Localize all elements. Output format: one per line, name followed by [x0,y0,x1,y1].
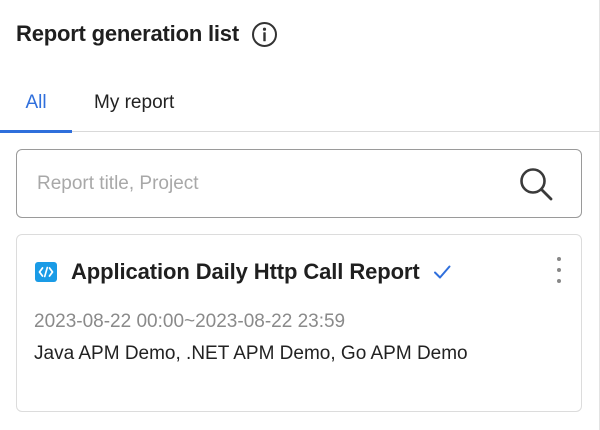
tab-all[interactable]: All [0,74,72,133]
search-box [16,149,582,218]
report-projects: Java APM Demo, .NET APM Demo, Go APM Dem… [34,343,468,364]
tab-my-report[interactable]: My report [94,74,194,131]
report-card[interactable]: Application Daily Http Call Report 2023-… [16,234,582,412]
report-title: Application Daily Http Call Report [71,259,420,284]
check-icon [432,262,452,282]
tab-all-label: All [25,91,47,113]
more-options-icon[interactable] [551,255,567,285]
active-tab-indicator [0,130,72,133]
report-tabs: All My report [0,74,600,133]
tab-my-report-label: My report [94,91,175,113]
report-generation-panel: Report generation list All My report Rep… [0,0,600,430]
code-icon [35,262,57,282]
panel-header: Report generation list [16,16,278,52]
report-period: 2023-08-22 00:00~2023-08-22 23:59 [34,311,346,332]
search-input[interactable] [37,150,507,217]
search-icon[interactable] [517,165,555,203]
page-title: Report generation list [16,21,239,46]
report-card-header: Application Daily Http Call Report [35,257,452,287]
info-circle-icon[interactable] [251,21,278,48]
